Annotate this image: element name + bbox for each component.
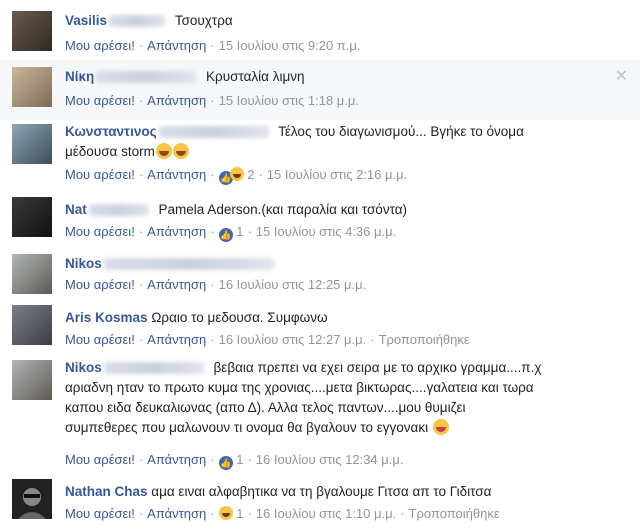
- comment-text: βεβαια πρεπει να εχει σειρα με το αρχικο…: [213, 360, 542, 375]
- timestamp[interactable]: 15 Ιουλίου στις 1:18 μ.μ.: [219, 93, 359, 108]
- commenter-name[interactable]: Vasilis: [65, 13, 107, 28]
- reaction-count[interactable]: 2: [247, 167, 254, 182]
- timestamp[interactable]: 16 Ιουλίου στις 12:25 μ.μ.: [219, 277, 367, 292]
- timestamp[interactable]: 15 Ιουλίου στις 9:20 π.μ.: [219, 38, 361, 53]
- comment-item: Vasilis Τσουχτρα Μου αρέσει! · Απάντηση · 15…: [0, 0, 640, 60]
- comment-item: Nat Pamela Aderson.(και παραλία και τσόν…: [0, 190, 640, 248]
- reply-link[interactable]: Απάντηση: [147, 224, 206, 239]
- comment-item: Aris Kosmas Ωραιο το μεδουσα. Συμφωνω Μο…: [0, 300, 640, 354]
- commenter-name[interactable]: Nathan Chas: [65, 484, 148, 499]
- like-link[interactable]: Μου αρέσει!: [65, 93, 135, 108]
- laughing-emoji-icon: [155, 143, 172, 159]
- redacted-name: [103, 362, 204, 375]
- like-reaction-icon[interactable]: 👍: [218, 456, 233, 470]
- comment-item: Κωνσταντινος Τέλος του διαγωνισμού... Βγ…: [0, 120, 640, 190]
- commenter-name[interactable]: Κωνσταντινος: [65, 124, 157, 139]
- comment-text-cont: αριαδνη ηταν το πρωτο κυμα της χρονιας..…: [65, 380, 534, 395]
- timestamp[interactable]: 16 Ιουλίου στις 1:10 μ.μ.: [256, 506, 396, 521]
- laughing-emoji-icon: [172, 143, 189, 159]
- avatar[interactable]: [12, 11, 52, 51]
- avatar[interactable]: [12, 67, 52, 107]
- reply-link[interactable]: Απάντηση: [147, 277, 206, 292]
- like-reaction-icon[interactable]: 👍: [218, 228, 233, 242]
- comment-item: Nikos βεβαια πρεπει να εχει σειρα με το …: [0, 354, 640, 474]
- commenter-name[interactable]: Nikos: [65, 256, 102, 271]
- redacted-name: [96, 71, 197, 84]
- avatar[interactable]: [12, 305, 52, 345]
- avatar[interactable]: [12, 479, 52, 519]
- reaction-count[interactable]: 1: [236, 452, 243, 467]
- comment-item: Nathan Chas αμα ειναι αλφαβητικα να τη β…: [0, 474, 640, 532]
- redacted-name: [158, 126, 269, 139]
- avatar[interactable]: [12, 197, 52, 237]
- comment-text: Κρυσταλία λιμνη: [206, 69, 305, 84]
- haha-reaction-icon[interactable]: [218, 506, 233, 520]
- like-link[interactable]: Μου αρέσει!: [65, 167, 135, 182]
- like-link[interactable]: Μου αρέσει!: [65, 332, 135, 347]
- timestamp[interactable]: 16 Ιουλίου στις 12:34 μ.μ.: [256, 452, 404, 467]
- timestamp[interactable]: 16 Ιουλίου στις 12:27 μ.μ.: [219, 332, 367, 347]
- commenter-name[interactable]: Nat: [65, 202, 87, 217]
- comment-text: Ωραιο το μεδουσα. Συμφωνω: [151, 310, 328, 325]
- redacted-name: [109, 15, 166, 28]
- tongue-emoji-icon: [432, 419, 449, 435]
- edited-label[interactable]: Τροποποιήθηκε: [379, 332, 470, 347]
- reply-link[interactable]: Απάντηση: [147, 506, 206, 521]
- reply-link[interactable]: Απάντηση: [147, 452, 206, 467]
- avatar[interactable]: [12, 360, 52, 400]
- avatar-face-icon: [18, 488, 46, 519]
- redacted-name: [88, 204, 149, 217]
- commenter-name[interactable]: Νίκη: [65, 69, 94, 84]
- comment-text-cont: καπου ειδα δευκαλιωνας (απο Δ). Αλλα τελ…: [65, 400, 466, 415]
- commenter-name[interactable]: Aris Kosmas: [65, 310, 148, 325]
- like-link[interactable]: Μου αρέσει!: [65, 506, 135, 521]
- haha-reaction-icon[interactable]: [229, 167, 244, 181]
- comment-text-cont: μέδουσα storm: [65, 144, 155, 159]
- comment-item: Νίκη Κρυσταλία λιμνη Μου αρέσει! · Απάντησ…: [0, 60, 640, 120]
- avatar[interactable]: [12, 254, 52, 294]
- comment-text: Τσουχτρα: [174, 13, 233, 28]
- like-link[interactable]: Μου αρέσει!: [65, 224, 135, 239]
- comment-text: αμα ειναι αλφαβητικα να τη βγαλουμε Γιτσ…: [151, 484, 492, 499]
- reply-link[interactable]: Απάντηση: [147, 93, 206, 108]
- comment-text: Pamela Aderson.(και παραλία και τσόντα): [158, 202, 408, 217]
- close-icon[interactable]: ✕: [615, 66, 628, 86]
- reply-link[interactable]: Απάντηση: [147, 332, 206, 347]
- reply-link[interactable]: Απάντηση: [147, 38, 206, 53]
- comment-text-cont: συμπεθερες που μαλωνουν τι ονομα θα βγαλ…: [65, 420, 429, 435]
- reaction-count[interactable]: 1: [236, 224, 243, 239]
- avatar[interactable]: [12, 124, 52, 164]
- comment-text: Τέλος του διαγωνισμού... Βγήκε το όνομα: [278, 124, 524, 139]
- timestamp[interactable]: 15 Ιουλίου στις 2:16 μ.μ.: [267, 167, 407, 182]
- like-link[interactable]: Μου αρέσει!: [65, 38, 135, 53]
- commenter-name[interactable]: Nikos: [65, 360, 102, 375]
- redacted-name: [103, 258, 274, 271]
- timestamp[interactable]: 15 Ιουλίου στις 4:36 μ.μ.: [256, 224, 396, 239]
- comment-item: Nikos Μου αρέσει! · Απάντηση · 16 Ιουλίου στ…: [0, 248, 640, 300]
- edited-label[interactable]: Τροποποιήθηκε: [409, 506, 500, 521]
- like-link[interactable]: Μου αρέσει!: [65, 452, 135, 467]
- reaction-count[interactable]: 1: [236, 506, 243, 521]
- like-link[interactable]: Μου αρέσει!: [65, 277, 135, 292]
- reply-link[interactable]: Απάντηση: [147, 167, 206, 182]
